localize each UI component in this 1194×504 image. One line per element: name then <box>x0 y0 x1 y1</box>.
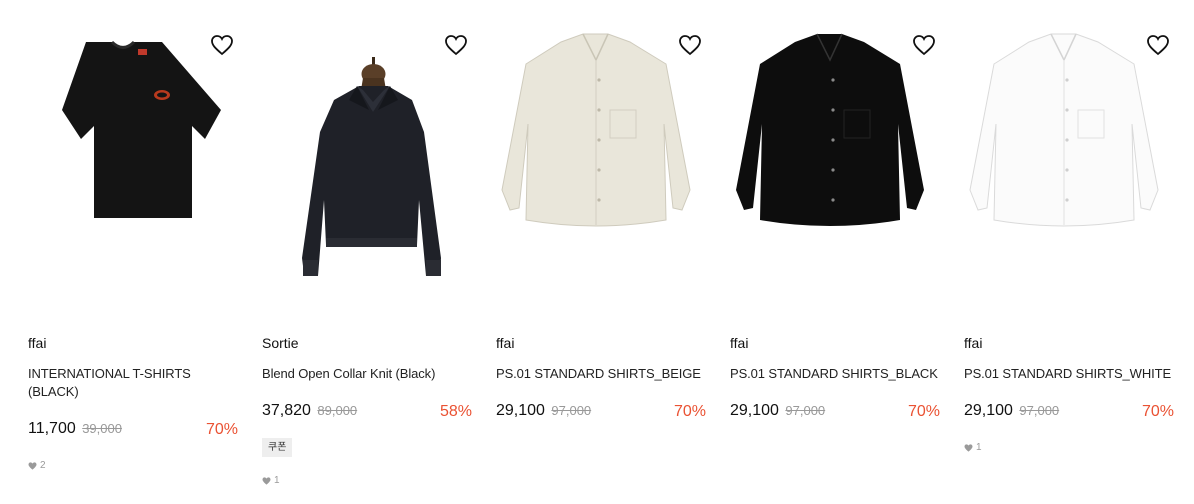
price-row: 11,700 39,000 70% <box>28 420 238 442</box>
wishlist-heart-icon[interactable] <box>912 34 936 56</box>
original-price: 97,000 <box>785 403 826 418</box>
sale-price: 11,700 <box>28 420 76 437</box>
product-image[interactable] <box>234 20 468 302</box>
product-brand[interactable]: ffai <box>730 335 748 351</box>
like-count-value: 1 <box>976 442 982 453</box>
like-count: 1 <box>262 475 280 486</box>
sale-price: 29,100 <box>730 402 779 419</box>
product-card[interactable]: ffai PS.01 STANDARD SHIRTS_WHITE 29,100 … <box>936 0 1174 504</box>
heart-filled-icon <box>28 461 37 470</box>
product-brand[interactable]: Sortie <box>262 335 299 351</box>
product-brand[interactable]: ffai <box>496 335 514 351</box>
product-image[interactable] <box>702 20 936 302</box>
product-card[interactable]: ffai INTERNATIONAL T-SHIRTS (BLACK) 11,7… <box>0 0 238 504</box>
price-row: 37,820 89,000 58% <box>262 402 472 424</box>
wishlist-heart-icon[interactable] <box>678 34 702 56</box>
original-price: 89,000 <box>317 403 358 418</box>
wishlist-heart-icon[interactable] <box>210 34 234 56</box>
sale-price: 29,100 <box>496 402 545 419</box>
like-count-value: 2 <box>40 460 46 471</box>
product-card[interactable]: ffai PS.01 STANDARD SHIRTS_BLACK 29,100 … <box>702 0 940 504</box>
sale-price: 37,820 <box>262 402 311 419</box>
product-name[interactable]: PS.01 STANDARD SHIRTS_BEIGE <box>496 365 706 383</box>
product-image[interactable] <box>0 20 234 302</box>
sale-price: 29,100 <box>964 402 1013 419</box>
original-price: 39,000 <box>82 421 122 436</box>
product-brand[interactable]: ffai <box>28 335 46 351</box>
heart-filled-icon <box>262 476 271 485</box>
like-count: 1 <box>964 442 982 453</box>
price-row: 29,100 97,000 70% <box>496 402 706 424</box>
product-name[interactable]: INTERNATIONAL T-SHIRTS (BLACK) <box>28 365 238 401</box>
product-brand[interactable]: ffai <box>964 335 982 351</box>
coupon-badge: 쿠폰 <box>262 438 293 457</box>
original-price: 97,000 <box>551 403 592 418</box>
product-name[interactable]: Blend Open Collar Knit (Black) <box>262 365 472 383</box>
product-image[interactable] <box>468 20 702 302</box>
product-card[interactable]: ffai PS.01 STANDARD SHIRTS_BEIGE 29,100 … <box>468 0 706 504</box>
like-count-value: 1 <box>274 475 280 486</box>
like-count: 2 <box>28 460 46 471</box>
product-name[interactable]: PS.01 STANDARD SHIRTS_WHITE <box>964 365 1174 383</box>
product-grid: ffai INTERNATIONAL T-SHIRTS (BLACK) 11,7… <box>0 0 1194 504</box>
price-row: 29,100 97,000 70% <box>730 402 940 424</box>
price-row: 29,100 97,000 70% <box>964 402 1174 424</box>
product-card[interactable]: Sortie Blend Open Collar Knit (Black) 37… <box>234 0 472 504</box>
original-price: 97,000 <box>1019 403 1060 418</box>
wishlist-heart-icon[interactable] <box>1146 34 1170 56</box>
wishlist-heart-icon[interactable] <box>444 34 468 56</box>
product-name[interactable]: PS.01 STANDARD SHIRTS_BLACK <box>730 365 940 383</box>
discount-rate: 70% <box>1141 403 1174 420</box>
heart-filled-icon <box>964 443 973 452</box>
product-image[interactable] <box>936 20 1170 302</box>
